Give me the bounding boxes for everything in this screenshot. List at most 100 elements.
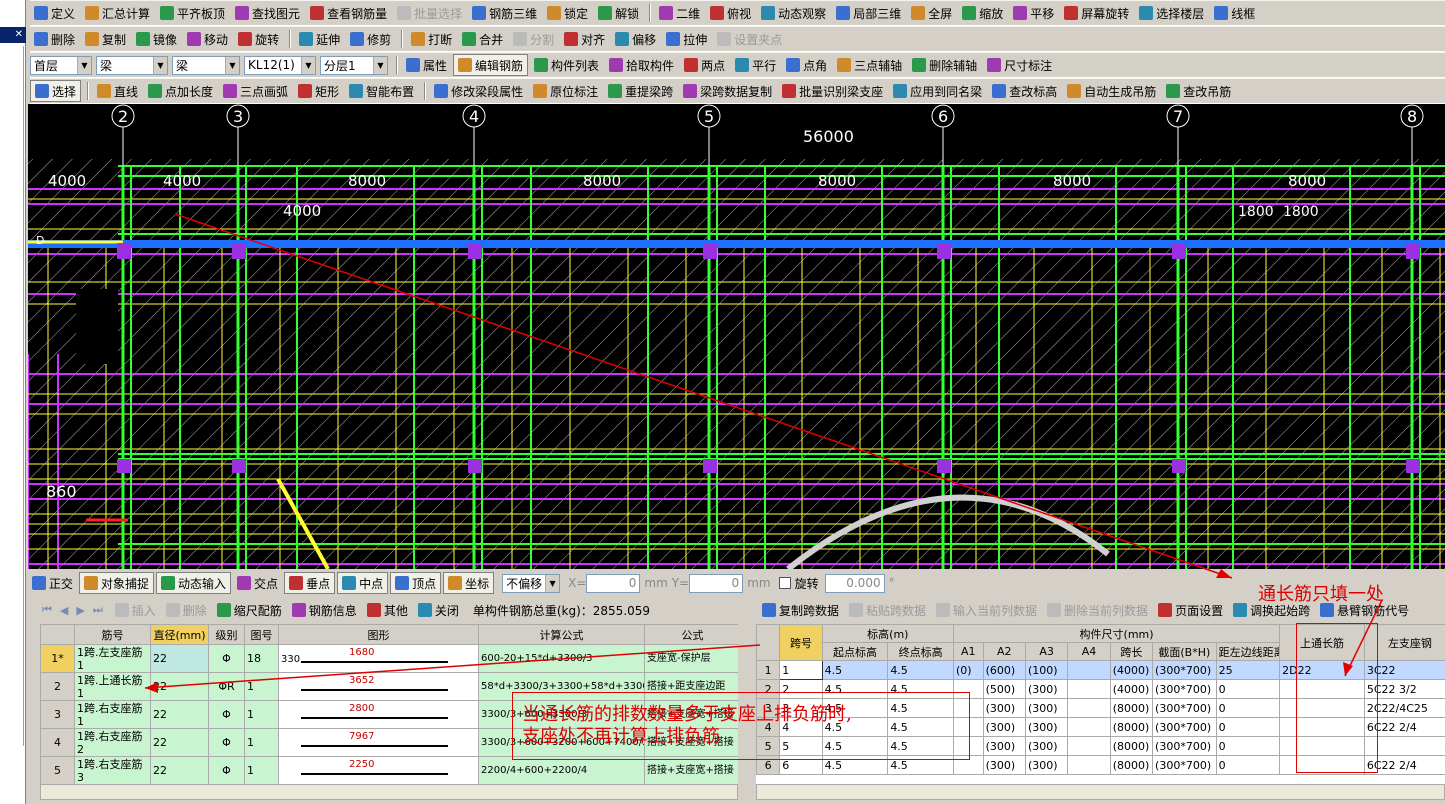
rebar-row[interactable]: 5 1跨.右支座筋3 22 Φ 1 2250 2200/4+600+2200/4 搭接+支座宽… <box>40 756 738 784</box>
rebar-diameter[interactable]: 22 <box>150 728 209 757</box>
col-header[interactable]: 公式 <box>644 624 738 645</box>
toolbar-button-right_panel-toolbar-4[interactable]: 页面设置 <box>1154 599 1227 621</box>
rebar-name[interactable]: 1跨.右支座筋3 <box>74 756 151 784</box>
toolbar-button-row4-1[interactable]: 直线 <box>93 80 142 102</box>
toolbar-button-row3-buttons-1[interactable]: 编辑钢筋 <box>453 54 529 76</box>
sublayer-select[interactable]: 分层1 ▼ <box>320 55 388 75</box>
toolbar-button-row2-12[interactable]: 拉伸 <box>662 28 711 50</box>
col-header[interactable]: 截面(B*H) <box>1152 642 1217 661</box>
rebar-formula-desc[interactable]: 搭接+支座宽+搭接 <box>644 756 738 784</box>
toolbar-button-row3-buttons-7[interactable]: 三点辅轴 <box>833 54 906 76</box>
toolbar-button-row1-3[interactable]: 查找图元 <box>231 2 304 24</box>
toolbar-button-left_panel-toolbar-1[interactable]: 删除 <box>162 599 211 621</box>
span-cell[interactable]: (300*700) <box>1152 660 1217 680</box>
span-cell[interactable]: (300*700) <box>1152 698 1217 718</box>
toolbar-button-row2-9[interactable]: 分割 <box>509 28 558 50</box>
toolbar-button-row2-11[interactable]: 偏移 <box>611 28 660 50</box>
toolbar-button-row2-6[interactable]: 修剪 <box>346 28 395 50</box>
toolbar-button-row4-4[interactable]: 矩形 <box>294 80 343 102</box>
toolbar-button-row1-18[interactable]: 线框 <box>1210 2 1259 24</box>
span-cell[interactable]: (8000) <box>1109 698 1154 718</box>
rebar-formula-desc[interactable]: 支座宽-保护层 <box>644 644 738 673</box>
toolbar-button-snapbar-items-2[interactable]: 动态输入 <box>156 572 232 594</box>
rebar-diameter[interactable]: 22 <box>150 756 209 784</box>
toolbar-button-row1-6[interactable]: 钢筋三维 <box>468 2 541 24</box>
offset-select[interactable]: 不偏移 ▼ <box>502 573 561 593</box>
span-cell[interactable]: 25 <box>1215 660 1281 680</box>
col-header[interactable]: 跨长 <box>1109 642 1154 661</box>
toolbar-button-row4-6[interactable]: 修改梁段属性 <box>430 80 527 102</box>
col-header[interactable]: 距左边线距离 <box>1215 642 1281 661</box>
rebar-figure-no[interactable]: 18 <box>244 644 279 673</box>
toolbar-button-left_panel-toolbar-4[interactable]: 其他 <box>363 599 412 621</box>
toolbar-button-row2-8[interactable]: 合并 <box>458 28 507 50</box>
toolbar-button-row4-7[interactable]: 原位标注 <box>529 80 602 102</box>
toolbar-button-row1-9[interactable]: 二维 <box>655 2 704 24</box>
close-icon[interactable]: ✕ <box>0 27 26 43</box>
span-cell[interactable]: (300) <box>1024 698 1069 718</box>
toolbar-button-row1-11[interactable]: 动态观察 <box>757 2 830 24</box>
category-select[interactable]: 梁 ▼ <box>96 55 168 75</box>
span-cell[interactable] <box>1067 755 1111 775</box>
rotate-checkbox[interactable] <box>778 577 791 589</box>
col-header[interactable]: A4 <box>1067 642 1111 661</box>
span-cell[interactable]: (300) <box>1024 717 1069 737</box>
toolbar-button-right_panel-toolbar-2[interactable]: 输入当前列数据 <box>932 599 1041 621</box>
col-header[interactable]: 终点标高 <box>887 642 954 661</box>
span-cell[interactable]: (300) <box>1024 679 1069 699</box>
span-cell[interactable]: (8000) <box>1109 717 1154 737</box>
toolbar-button-row3-buttons-2[interactable]: 构件列表 <box>530 54 603 76</box>
toolbar-button-snapbar-items-0[interactable]: 正交 <box>28 572 77 594</box>
toolbar-button-row2-1[interactable]: 复制 <box>81 28 130 50</box>
toolbar-button-row2-10[interactable]: 对齐 <box>560 28 609 50</box>
rebar-figure-no[interactable]: 1 <box>244 700 279 729</box>
toolbar-button-snapbar-items-1[interactable]: 对象捕捉 <box>79 572 155 594</box>
toolbar-button-snapbar-items-5[interactable]: 中点 <box>337 572 389 594</box>
toolbar-button-row3-buttons-6[interactable]: 点角 <box>782 54 831 76</box>
rebar-shape[interactable]: 3652 <box>278 672 479 701</box>
floor-select[interactable]: 首层 ▼ <box>30 55 92 75</box>
toolbar-button-row2-7[interactable]: 打断 <box>407 28 456 50</box>
span-cell[interactable]: (4000) <box>1109 679 1154 699</box>
toolbar-button-row4-14[interactable]: 查改吊筋 <box>1162 80 1235 102</box>
span-cell[interactable]: (300*700) <box>1152 679 1217 699</box>
toolbar-button-row2-2[interactable]: 镜像 <box>132 28 181 50</box>
toolbar-button-row3-buttons-0[interactable]: 属性 <box>402 54 451 76</box>
cad-svg[interactable]: 2 3 4 5 6 7 8 56000 4000 8000 8000 8000 8000 8000 4000… <box>28 104 1445 569</box>
nav-arrow-icon[interactable]: ⏭ <box>93 603 103 617</box>
rebar-grade[interactable]: Φ <box>208 700 245 729</box>
col-header[interactable]: A3 <box>1024 642 1069 661</box>
toolbar-button-row4-12[interactable]: 查改标高 <box>988 80 1061 102</box>
member-name-select[interactable]: KL12(1) ▼ <box>244 55 316 75</box>
span-cell[interactable]: (300*700) <box>1152 736 1217 756</box>
rebar-figure-no[interactable]: 1 <box>244 728 279 757</box>
rebar-name[interactable]: 1跨.右支座筋2 <box>74 728 151 757</box>
toolbar-button-right_panel-toolbar-3[interactable]: 删除当前列数据 <box>1043 599 1152 621</box>
rebar-name[interactable]: 1跨.右支座筋1 <box>74 700 151 729</box>
rebar-name[interactable]: 1跨.左支座筋1 <box>74 644 151 673</box>
span-cell[interactable]: (600) <box>982 660 1026 680</box>
col-header[interactable]: 级别 <box>208 624 245 645</box>
span-cell[interactable]: (100) <box>1024 660 1069 680</box>
x-input[interactable]: 0 <box>586 573 641 593</box>
col-header[interactable]: 筋号 <box>74 624 151 645</box>
span-hscroll[interactable] <box>756 784 1445 800</box>
col-header[interactable]: 起点标高 <box>821 642 889 661</box>
span-cell[interactable]: (8000) <box>1109 736 1154 756</box>
rebar-grade[interactable]: Φ <box>208 728 245 757</box>
span-cell[interactable]: (0) <box>952 660 984 680</box>
rebar-grade[interactable]: Φ <box>208 644 245 673</box>
toolbar-button-row2-4[interactable]: 旋转 <box>234 28 283 50</box>
toolbar-button-row4-0[interactable]: 选择 <box>30 80 82 102</box>
rotate-input[interactable]: 0.000 <box>824 573 885 593</box>
span-cell[interactable]: (300) <box>982 736 1026 756</box>
col-header[interactable]: A1 <box>952 642 984 661</box>
span-cell[interactable]: 4.5 <box>887 660 954 680</box>
span-cell[interactable]: 0 <box>1215 755 1281 775</box>
span-cell[interactable]: 0 <box>1215 698 1281 718</box>
toolbar-button-row4-3[interactable]: 三点画弧 <box>219 80 292 102</box>
span-cell[interactable]: 4.5 <box>821 660 889 680</box>
toolbar-button-row1-15[interactable]: 平移 <box>1009 2 1058 24</box>
rebar-shape[interactable]: 2800 <box>278 700 479 729</box>
toolbar-button-row1-1[interactable]: 汇总计算 <box>81 2 154 24</box>
